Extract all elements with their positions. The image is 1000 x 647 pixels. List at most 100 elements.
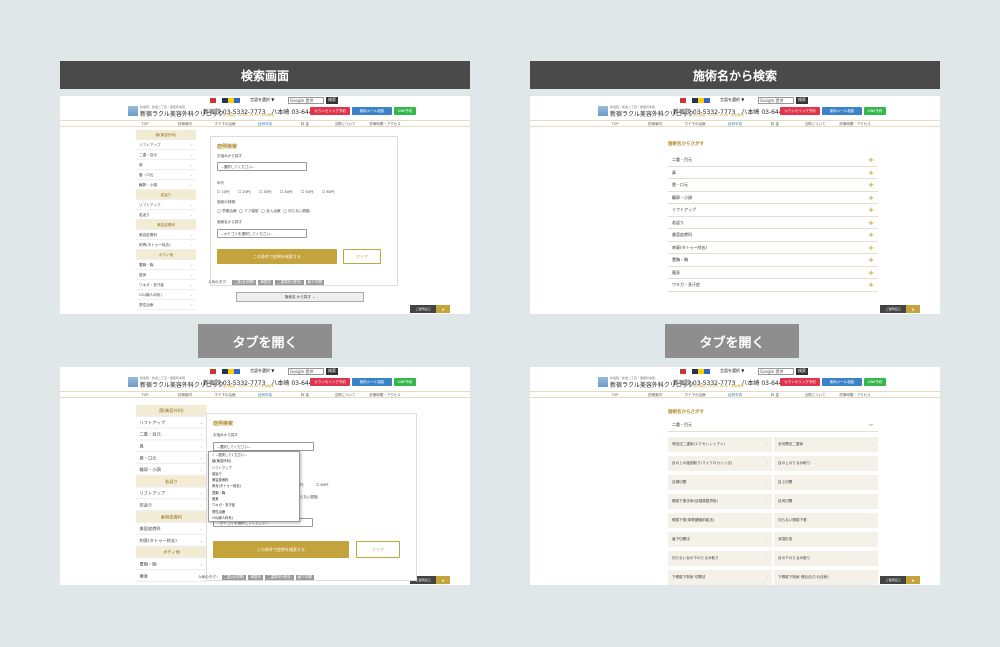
nav-item[interactable]: ホテ下の治療 [205, 392, 245, 397]
sub-treatment-link[interactable]: 目の上の脂肪取り(マイクロカット法) › [668, 456, 772, 471]
language-flags-icon[interactable] [680, 369, 710, 374]
age-checkbox[interactable]: ☐ 30代 [259, 190, 272, 195]
nav-item[interactable]: 診療案内 [165, 121, 205, 126]
sidebar-item[interactable]: 刺青(タトゥー除去) ⌄ [136, 535, 207, 547]
accordion-item[interactable]: リフトアップ + [668, 204, 878, 217]
sub-treatment-link[interactable]: 目の上のたるみ取り › [774, 456, 878, 471]
sidebar-item[interactable]: 豊胸・胸 ⌄ [136, 260, 196, 270]
nav-item[interactable]: 症例写真 [245, 121, 285, 126]
question-button[interactable]: ご質問窓口 [410, 305, 436, 313]
nav-item[interactable]: 診療時間・アクセス [835, 121, 875, 126]
sub-treatment-link[interactable]: 目上切開 › [774, 475, 878, 490]
sidebar-item[interactable]: 輪郭・小顔 ⌄ [136, 180, 196, 190]
accordion-item[interactable]: 美容皮膚科 + [668, 229, 878, 242]
nav-item[interactable]: 診療案内 [165, 392, 205, 397]
submit-search-button[interactable]: この条件で症例を検索する [217, 249, 337, 264]
sub-treatment-link[interactable]: 目尻切開 › [774, 494, 878, 509]
nav-item[interactable]: 診療案内 [635, 121, 675, 126]
language-flags-icon[interactable] [680, 98, 710, 103]
nav-item[interactable]: 診療時間・アクセス [365, 392, 405, 397]
sidebar-item[interactable]: 豊胸・胸 ⌄ [136, 558, 207, 571]
sidebar-item[interactable]: リフトアップ ⌄ [136, 200, 196, 210]
sidebar-item[interactable]: OG(婦人科系) ⌄ [136, 290, 196, 300]
sidebar-item[interactable]: リフトアップ ⌄ [136, 140, 196, 150]
page-top-button[interactable]: ▲ [436, 576, 450, 584]
google-search-button[interactable]: 検索 [326, 368, 338, 375]
counsel-button[interactable]: カウンセリング予約 [780, 107, 820, 115]
google-search-input[interactable]: Google 提供 [288, 97, 324, 104]
sub-treatment-link[interactable]: 下眼瞼下制術 埋没法(たれ目術) › [774, 570, 878, 585]
age-checkbox[interactable]: ☐ 40代 [280, 190, 293, 195]
sidebar-item[interactable]: 唇・口元 ⌄ [136, 170, 196, 180]
area-select[interactable]: --選択してください-- [217, 162, 307, 171]
nav-item[interactable]: ホテ下の治療 [205, 121, 245, 126]
mail-button[interactable]: 無料メール相談 [822, 378, 862, 386]
age-checkbox[interactable]: ☐ 60代 [316, 483, 329, 488]
nav-item[interactable]: 症例写真 [715, 392, 755, 397]
nav-item[interactable]: 当院について [795, 121, 835, 126]
counsel-button[interactable]: カウンセリング予約 [310, 378, 350, 386]
accordion-item[interactable]: 輪郭・小顔 + [668, 192, 878, 204]
nav-item[interactable]: 料 金 [285, 121, 325, 126]
sidebar-item[interactable]: 若返り ⌄ [136, 210, 196, 220]
nav-item[interactable]: 料 金 [755, 392, 795, 397]
line-button[interactable]: LINE予約 [394, 107, 416, 115]
sidebar-item[interactable]: 美容皮膚科 ⌄ [136, 523, 207, 535]
age-checkbox[interactable]: ☐ 50代 [301, 190, 314, 195]
counsel-button[interactable]: カウンセリング予約 [780, 378, 820, 386]
feature-checkbox[interactable]: ◯ 全入治療 [261, 209, 281, 214]
google-search-button[interactable]: 検索 [796, 368, 808, 375]
sidebar-item[interactable]: 鼻 ⌄ [136, 440, 207, 453]
feature-checkbox[interactable]: ◯ 切らない脱脂 [283, 209, 310, 214]
sidebar-item[interactable]: 二重・目元 ⌄ [136, 150, 196, 160]
treatment-select[interactable]: --カテゴリを選択してください-- [217, 229, 307, 238]
sidebar-item[interactable]: 痩身 ⌄ [136, 270, 196, 280]
accordion-item[interactable]: 若返り + [668, 217, 878, 229]
feature-checkbox[interactable]: ◯ アフ傷型 [239, 209, 259, 214]
tag-chip[interactable]: 二重整形(埋没) [265, 575, 294, 580]
accordion-item[interactable]: 刺青(タトゥー除去) + [668, 242, 878, 254]
clear-button[interactable]: クリア [343, 249, 381, 264]
sidebar-item[interactable]: 二重・目元 ⌄ [136, 429, 207, 441]
google-translate-select[interactable]: 言語を選択 ▼ [720, 97, 744, 103]
page-top-button[interactable]: ▲ [906, 305, 920, 313]
nav-item[interactable]: 料 金 [755, 121, 795, 126]
nav-item[interactable]: 症例写真 [245, 392, 285, 397]
clinic-logo-icon[interactable] [598, 106, 608, 116]
sidebar-item[interactable]: 輪郭・小顔 ⌄ [136, 464, 207, 476]
sidebar-item[interactable]: 刺青(タトゥー除去) ⌄ [136, 240, 196, 250]
sub-treatment-link[interactable]: 目頭切開 › [668, 475, 772, 490]
nav-item[interactable]: TOP [125, 392, 165, 397]
nav-item[interactable]: 当院について [325, 392, 365, 397]
tag-chip[interactable]: 二重(全切開) [221, 575, 247, 580]
line-button[interactable]: LINE予約 [864, 378, 886, 386]
google-translate-select[interactable]: 言語を選択 ▼ [250, 368, 274, 374]
accordion-item[interactable]: ワキガ・多汗症 + [668, 279, 878, 292]
tag-chip[interactable]: 眉下切開 [305, 280, 324, 285]
accordion-item[interactable]: 痩身 + [668, 267, 878, 279]
google-search-button[interactable]: 検索 [796, 97, 808, 104]
sub-treatment-link[interactable]: 全切開法二重術 › [774, 437, 878, 452]
google-search-input[interactable]: Google 提供 [758, 97, 794, 104]
nav-item[interactable]: ホテ下の治療 [675, 121, 715, 126]
google-search-input[interactable]: Google 提供 [288, 368, 324, 375]
sidebar-item[interactable]: ワキガ・多汗症⌄ [136, 280, 196, 290]
nav-item[interactable]: 診療時間・アクセス [835, 392, 875, 397]
page-top-button[interactable]: ▲ [906, 576, 920, 584]
accordion-item[interactable]: 二重・目元 + [668, 154, 878, 167]
sidebar-item[interactable]: ワキガ・多汗症⌄ [136, 582, 207, 585]
dropdown-option[interactable]: OG(婦人科系) [209, 515, 299, 521]
nav-item[interactable]: TOP [125, 121, 165, 126]
treatment-search-button[interactable]: 施術名 から探す ⌄ [236, 292, 364, 302]
sidebar-item[interactable]: 唇・口元 ⌄ [136, 452, 207, 464]
sub-treatment-link[interactable]: 眉下切開法 › [668, 532, 772, 547]
question-button[interactable]: ご質問窓口 [880, 305, 906, 313]
mail-button[interactable]: 無料メール相談 [352, 378, 392, 386]
line-button[interactable]: LINE予約 [394, 378, 416, 386]
accordion-item[interactable]: 豊胸・胸 + [668, 254, 878, 267]
google-translate-select[interactable]: 言語を選択 ▼ [720, 368, 744, 374]
sidebar-item[interactable]: 男性治療 ⌄ [136, 300, 196, 310]
nav-item[interactable]: 症例写真 [715, 121, 755, 126]
nav-item[interactable]: 当院について [325, 121, 365, 126]
language-flags-icon[interactable] [210, 98, 240, 103]
